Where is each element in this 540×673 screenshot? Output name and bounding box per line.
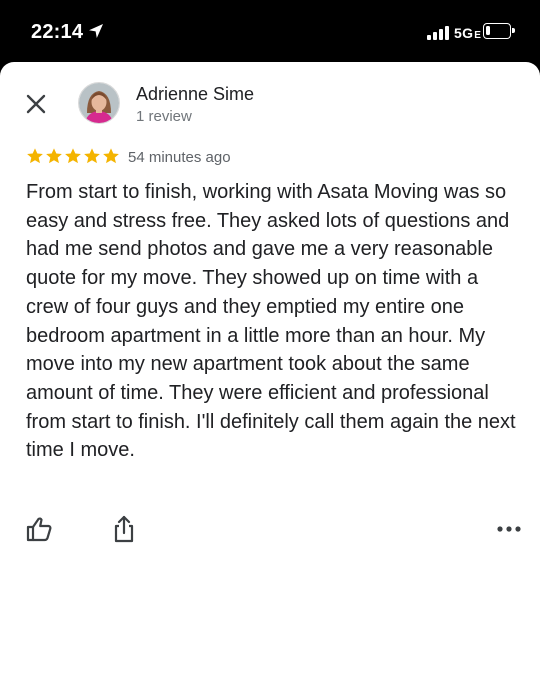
close-icon[interactable] [24,92,48,116]
review-sheet: Adrienne Sime 1 review 54 minutes ago Fr… [0,62,540,673]
location-arrow-icon [89,24,103,38]
network-type: 5GE [454,25,482,41]
star-icon [103,148,119,164]
star-rating [26,147,120,167]
author-review-count: 1 review [136,108,192,125]
battery-icon [483,23,515,39]
star-icon [46,148,62,164]
more-horizontal-icon[interactable] [494,520,524,538]
author-name[interactable]: Adrienne Sime [136,84,254,105]
avatar-photo [79,83,119,123]
share-icon[interactable] [110,514,138,544]
battery-fill [486,26,490,35]
review-time: 54 minutes ago [128,149,231,166]
star-icon [65,148,81,164]
review-text: From start to finish, working with Asata… [26,181,516,462]
status-time: 22:14 [31,21,84,43]
status-bar: 22:14 5GE [0,0,540,62]
cellular-signal-icon [427,24,453,40]
star-icon [27,148,43,164]
star-icon [84,148,100,164]
thumbs-up-icon[interactable] [25,515,53,543]
avatar[interactable] [78,82,120,124]
